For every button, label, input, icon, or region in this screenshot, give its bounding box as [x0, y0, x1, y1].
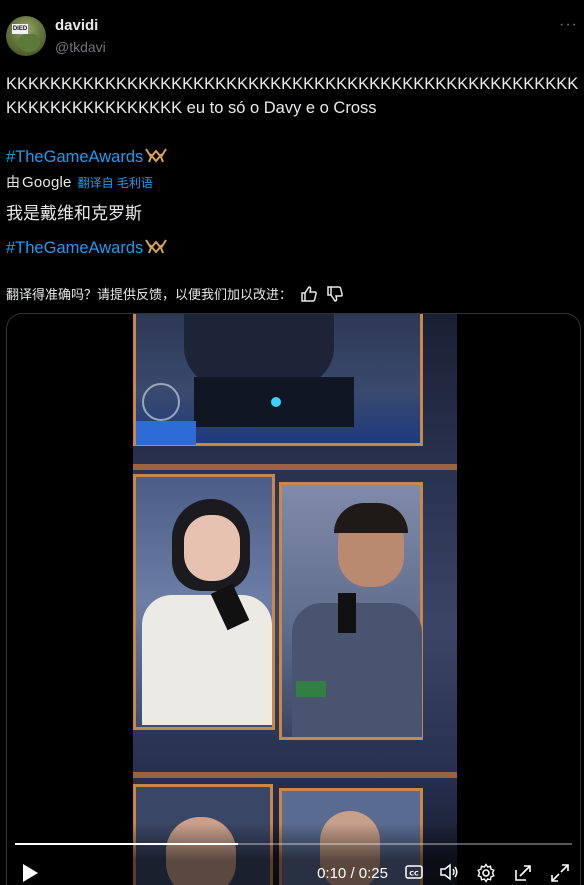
volume-icon[interactable]: [439, 863, 459, 885]
avatar-tag: DIED: [12, 24, 28, 34]
video-panel-right: [279, 482, 423, 740]
translated-from-link[interactable]: 翻译自 毛利语: [78, 174, 153, 191]
laptop-light: [271, 397, 281, 407]
duration: 0:25: [358, 865, 388, 882]
video-controls: 0:10 / 0:25 CC: [7, 823, 580, 885]
blue-light: [136, 421, 196, 445]
fullscreen-icon[interactable]: [550, 863, 570, 885]
current-time: 0:10: [317, 865, 347, 882]
microphone: [338, 593, 356, 633]
orange-light-strip: [133, 464, 457, 470]
feedback-prompt: 翻译得准确吗？请提供反馈，以便我们加以改进：: [6, 287, 293, 302]
speaker-face: [184, 515, 240, 581]
speaker-jacket: [292, 603, 422, 737]
play-icon[interactable]: [21, 863, 39, 885]
green-light: [296, 681, 326, 697]
svg-text:CC: CC: [409, 870, 419, 878]
progress-fill: [15, 843, 238, 845]
share-icon[interactable]: [513, 863, 533, 885]
translated-hashtag-row: #TheGameAwards: [6, 237, 168, 260]
video-panel-top: [133, 314, 423, 446]
video-panel-left: [133, 474, 275, 730]
by-label: 由: [6, 174, 20, 190]
video-player[interactable]: 0:10 / 0:25 CC: [6, 313, 581, 885]
settings-icon[interactable]: [476, 863, 496, 885]
tweet-header: DIED davidi @tkdavi ···: [6, 14, 578, 60]
time-separator: /: [350, 865, 355, 882]
progress-bar[interactable]: [15, 843, 572, 845]
tweet-text: KKKKKKKKKKKKKKKKKKKKKKKKKKKKKKKKKKKKKKKK…: [6, 75, 579, 117]
translated-text: 我是戴维和克罗斯: [6, 204, 142, 223]
hashtag-link[interactable]: #TheGameAwards: [6, 148, 143, 167]
speaker-hair: [334, 503, 408, 533]
trophy-icon: [145, 237, 168, 260]
orange-light-strip: [133, 772, 457, 778]
thumbs-down-icon[interactable]: [326, 285, 344, 303]
google-logo: Google: [22, 174, 72, 191]
user-handle[interactable]: @tkdavi: [55, 39, 106, 55]
translated-hashtag-link[interactable]: #TheGameAwards: [6, 239, 143, 258]
hashtag-row: #TheGameAwards: [6, 146, 168, 169]
speaker-jacket: [142, 595, 272, 725]
glass-shape: [142, 383, 180, 421]
display-name[interactable]: davidi: [55, 17, 98, 34]
time-display: 0:10 / 0:25: [317, 865, 388, 882]
translation-attribution: 由 Google 翻译自 毛利语: [6, 172, 153, 192]
avatar-face: [18, 34, 40, 52]
video-frame: [133, 314, 457, 885]
captions-icon[interactable]: CC: [405, 863, 423, 885]
trophy-icon: [145, 146, 168, 169]
thumbs-up-icon[interactable]: [300, 285, 318, 303]
more-icon[interactable]: ···: [559, 16, 578, 34]
translation-feedback: 翻译得准确吗？请提供反馈，以便我们加以改进：: [6, 284, 344, 303]
avatar[interactable]: DIED: [6, 16, 46, 56]
